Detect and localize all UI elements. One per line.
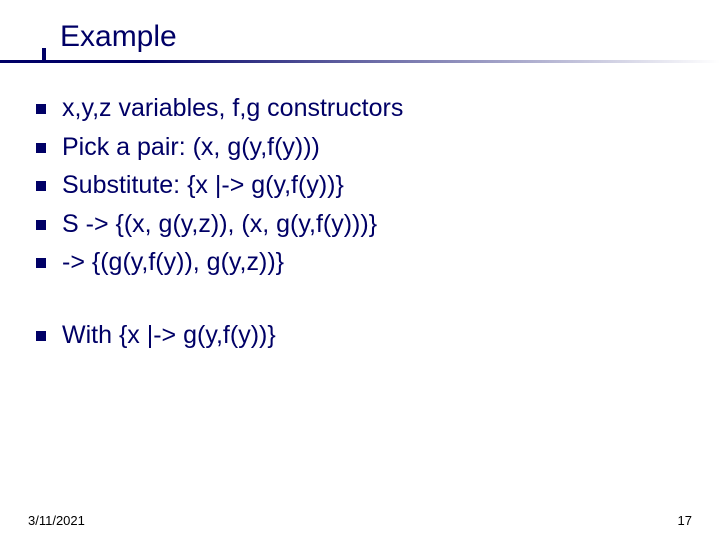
bullet-text: -> {(g(y,f(y)), g(y,z))} xyxy=(62,246,284,279)
square-bullet-icon xyxy=(36,104,46,114)
bullet-text: x,y,z variables, f,g constructors xyxy=(62,92,403,125)
slide-title-bar: Example xyxy=(60,12,720,62)
slide-title: Example xyxy=(60,20,177,54)
square-bullet-icon xyxy=(36,181,46,191)
bullet-item: x,y,z variables, f,g constructors xyxy=(36,92,690,125)
footer: 3/11/2021 17 xyxy=(28,513,692,528)
bullet-item: Pick a pair: (x, g(y,f(y))) xyxy=(36,131,690,164)
square-bullet-icon xyxy=(36,143,46,153)
bullet-item: With {x |-> g(y,f(y))} xyxy=(36,319,690,352)
footer-page-number: 17 xyxy=(678,513,692,528)
title-tick xyxy=(42,48,46,60)
bullet-item: Substitute: {x |-> g(y,f(y))} xyxy=(36,169,690,202)
bullet-text: Substitute: {x |-> g(y,f(y))} xyxy=(62,169,344,202)
square-bullet-icon xyxy=(36,258,46,268)
bullet-text: With {x |-> g(y,f(y))} xyxy=(62,319,276,352)
bullet-text: Pick a pair: (x, g(y,f(y))) xyxy=(62,131,320,164)
bullet-text: S -> {(x, g(y,z)), (x, g(y,f(y)))} xyxy=(62,208,377,241)
spacer xyxy=(36,285,690,319)
square-bullet-icon xyxy=(36,331,46,341)
bullet-item: -> {(g(y,f(y)), g(y,z))} xyxy=(36,246,690,279)
footer-date: 3/11/2021 xyxy=(28,513,85,528)
title-underline xyxy=(0,60,720,63)
content-area: x,y,z variables, f,g constructors Pick a… xyxy=(36,92,690,357)
bullet-item: S -> {(x, g(y,z)), (x, g(y,f(y)))} xyxy=(36,208,690,241)
square-bullet-icon xyxy=(36,220,46,230)
